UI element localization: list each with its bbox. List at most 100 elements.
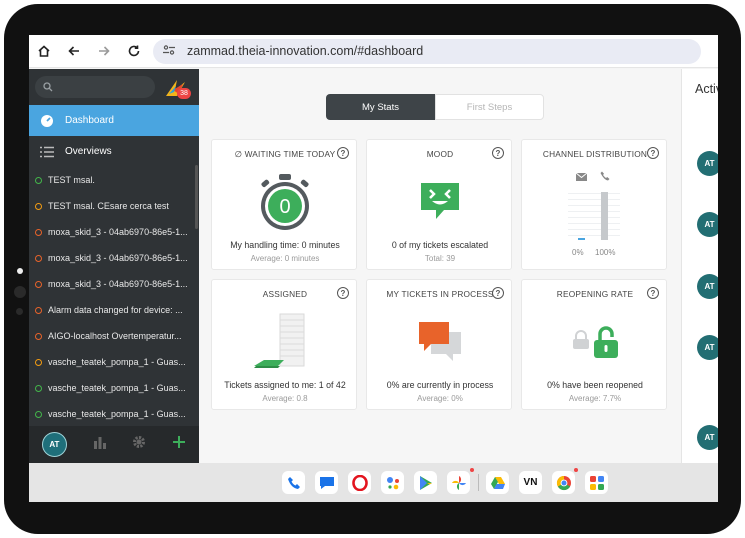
sensor-dot <box>16 308 23 315</box>
sidebar-footer: AT <box>29 426 199 463</box>
dashboard-main: My Stats First Steps ∅ WAITING TIME TODA… <box>199 69 681 463</box>
status-dot-icon <box>35 280 42 288</box>
status-dot-icon <box>35 410 42 418</box>
nav-item-dashboard[interactable]: Dashboard <box>29 105 199 136</box>
opera-icon[interactable] <box>348 471 371 494</box>
help-icon[interactable]: ? <box>337 287 349 299</box>
dashboard-tabs: My Stats First Steps <box>326 94 544 120</box>
search-input[interactable] <box>35 76 155 98</box>
ticket-item[interactable]: moxa_skid_3 - 04ab6970-86e5-1... <box>29 271 199 297</box>
assistant-icon[interactable] <box>381 471 404 494</box>
forward-icon[interactable] <box>89 36 119 66</box>
status-dot-icon <box>35 358 42 366</box>
ticket-item[interactable]: vasche_teatek_pompa_1 - Guas... <box>29 349 199 375</box>
ticket-title: TEST msal. <box>48 175 95 185</box>
screen: zammad.theia-innovation.com/#dashboard 3… <box>29 35 718 502</box>
messages-icon[interactable] <box>315 471 338 494</box>
card-text: 0 of my tickets escalated <box>391 240 489 250</box>
gear-icon[interactable] <box>132 435 146 454</box>
unlocked-lock-icon <box>594 326 618 358</box>
card-assigned: ASSIGNED ? Tickets assigned to me: 1 of … <box>211 279 357 410</box>
ticket-title: AIGO-localhost Overtemperatur... <box>48 331 182 341</box>
card-subtext: Average: 7.7% <box>568 394 622 403</box>
ticket-item[interactable]: moxa_skid_3 - 04ab6970-86e5-1... <box>29 245 199 271</box>
ticket-item[interactable]: TEST msal. CEsare cerca test <box>29 193 199 219</box>
browser-toolbar: zammad.theia-innovation.com/#dashboard <box>29 35 718 68</box>
help-icon[interactable]: ? <box>492 287 504 299</box>
ticket-item[interactable]: TEST msal. <box>29 167 199 193</box>
vn-icon[interactable]: VN <box>519 471 542 494</box>
ticket-item[interactable]: vasche_teatek_pompa_1 - Guas... <box>29 375 199 401</box>
sensor-dot <box>14 286 26 298</box>
activity-avatar[interactable]: AT <box>697 425 718 450</box>
ticket-item[interactable]: vasche_teatek_pompa_1 - Guas... <box>29 401 199 427</box>
activity-avatar[interactable]: AT <box>697 335 718 360</box>
activity-avatar[interactable]: AT <box>697 151 718 176</box>
reload-icon[interactable] <box>119 36 149 66</box>
ticket-item[interactable]: moxa_skid_3 - 04ab6970-86e5-1... <box>29 219 199 245</box>
nav-item-label: Overviews <box>65 146 112 157</box>
status-dot-icon <box>35 306 42 314</box>
tab-first-steps[interactable]: First Steps <box>435 94 544 120</box>
app-notification-dot <box>574 468 578 472</box>
card-text: 0% have been reopened <box>547 380 643 390</box>
phone-icon[interactable] <box>282 471 305 494</box>
phone-share-label: 100% <box>595 248 616 257</box>
nav-item-overviews[interactable]: Overviews <box>29 136 199 167</box>
help-icon[interactable]: ? <box>492 147 504 159</box>
site-settings-icon[interactable] <box>163 44 177 58</box>
card-subtext: Average: 0% <box>417 394 463 403</box>
card-reopening-rate: REOPENING RATE ? 0% have been reopened A… <box>521 279 667 410</box>
stats-icon[interactable] <box>93 435 107 454</box>
status-dot-icon <box>35 202 42 210</box>
dashboard-icon <box>39 113 55 129</box>
card-tickets-in-process: MY TICKETS IN PROCESS ? 0% are currently… <box>366 279 512 410</box>
address-bar[interactable]: zammad.theia-innovation.com/#dashboard <box>153 38 701 64</box>
card-text: Tickets assigned to me: 1 of 42 <box>224 380 346 390</box>
notification-badge: 38 <box>177 88 191 99</box>
sidebar: 38 Dashboard Overviews TEST msal. TEST ms… <box>29 69 199 463</box>
url-text: zammad.theia-innovation.com/#dashboard <box>187 44 424 58</box>
photos-icon[interactable] <box>447 471 470 494</box>
waiting-value: 0 <box>279 196 290 218</box>
camera-dot <box>17 268 23 274</box>
apps-icon[interactable] <box>585 471 608 494</box>
ticket-title: moxa_skid_3 - 04ab6970-86e5-1... <box>48 227 188 237</box>
app-notification-dot <box>470 468 474 472</box>
ticket-title: vasche_teatek_pompa_1 - Guas... <box>48 357 186 367</box>
back-icon[interactable] <box>59 36 89 66</box>
sidebar-scrollbar[interactable] <box>195 165 198 229</box>
activity-avatar[interactable]: AT <box>697 274 718 299</box>
dock-divider <box>478 474 479 491</box>
phone-share-bar <box>601 192 608 240</box>
ticket-item[interactable]: AIGO-localhost Overtemperatur... <box>29 323 199 349</box>
chrome-icon[interactable] <box>552 471 575 494</box>
drive-icon[interactable] <box>486 471 509 494</box>
help-icon[interactable]: ? <box>647 287 659 299</box>
ticket-title: moxa_skid_3 - 04ab6970-86e5-1... <box>48 279 188 289</box>
card-waiting-time: ∅ WAITING TIME TODAY ? 0 My handling tim… <box>211 139 357 270</box>
play-store-icon[interactable] <box>414 471 437 494</box>
taskbar-dock: VN <box>29 463 718 502</box>
card-channel-distribution: CHANNEL DISTRIBUTION ? 0% 100% <box>521 139 667 270</box>
nav-item-label: Dashboard <box>65 115 114 126</box>
ticket-title: vasche_teatek_pompa_1 - Guas... <box>48 383 186 393</box>
status-dot-icon <box>35 254 42 262</box>
ticket-item[interactable]: Alarm data changed for device: ... <box>29 297 199 323</box>
help-icon[interactable]: ? <box>337 147 349 159</box>
email-share-label: 0% <box>572 248 584 257</box>
search-icon <box>43 82 53 92</box>
plus-icon[interactable] <box>172 435 186 454</box>
ticket-title: vasche_teatek_pompa_1 - Guas... <box>48 409 186 419</box>
stopwatch-icon: 0 <box>261 174 309 230</box>
help-icon[interactable]: ? <box>647 147 659 159</box>
user-avatar[interactable]: AT <box>41 432 67 457</box>
status-dot-icon <box>35 228 42 236</box>
channel-grid <box>568 188 620 240</box>
status-dot-icon <box>35 384 42 392</box>
tab-my-stats[interactable]: My Stats <box>326 94 435 120</box>
chat-bubbles-icon <box>419 322 461 361</box>
home-icon[interactable] <box>29 36 59 66</box>
email-icon <box>576 173 587 181</box>
activity-avatar[interactable]: AT <box>697 212 718 237</box>
